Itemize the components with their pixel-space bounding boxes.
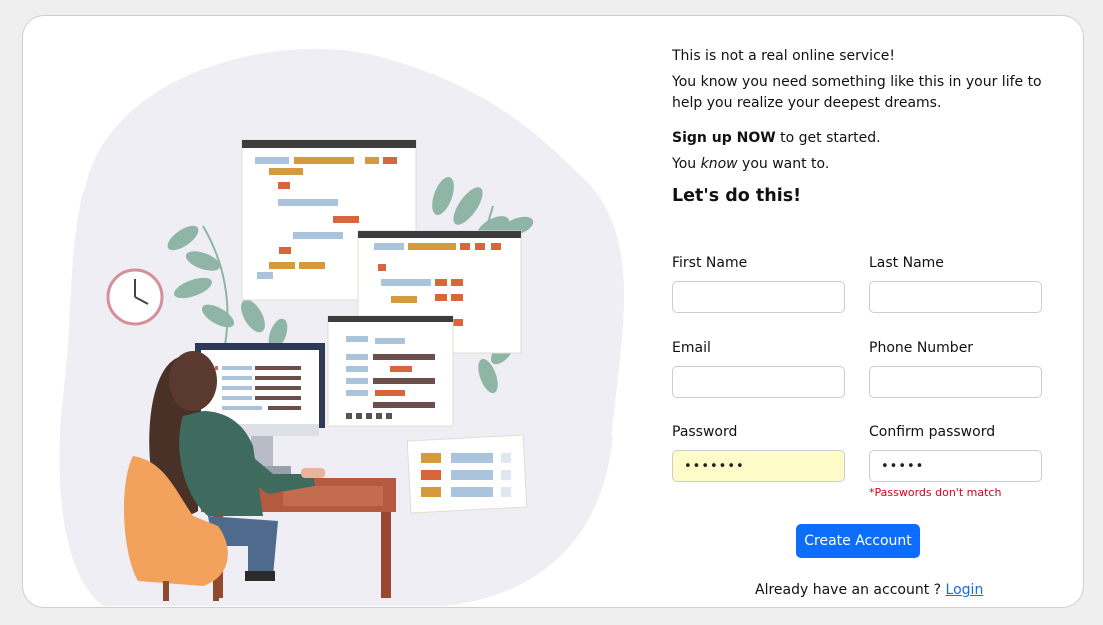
intro-line-4-pre: You bbox=[672, 156, 701, 172]
last-name-input[interactable] bbox=[869, 281, 1042, 313]
confirm-password-input[interactable] bbox=[869, 450, 1042, 482]
window-icon bbox=[327, 315, 454, 427]
signup-now-emphasis: Sign up NOW bbox=[672, 130, 776, 146]
window-icon bbox=[406, 434, 528, 514]
form-heading: Let's do this! bbox=[672, 186, 802, 206]
password-label: Password bbox=[672, 424, 738, 440]
intro-line-3: Sign up NOW to get started. bbox=[672, 128, 881, 149]
first-name-label: First Name bbox=[672, 255, 748, 271]
password-mismatch-error: *Passwords don't match bbox=[869, 486, 1002, 499]
intro-line-4-post: you want to. bbox=[737, 156, 830, 172]
phone-label: Phone Number bbox=[869, 340, 974, 356]
intro-line-4: You know you want to. bbox=[672, 154, 829, 175]
intro-line-2: You know you need something like this in… bbox=[672, 74, 1042, 111]
last-name-label: Last Name bbox=[869, 255, 944, 271]
know-emphasis: know bbox=[700, 156, 738, 172]
intro-line-1: This is not a real online service! bbox=[672, 48, 895, 64]
confirm-password-label: Confirm password bbox=[869, 424, 996, 440]
login-link[interactable]: Login bbox=[946, 582, 984, 598]
login-prompt: Already have an account ? Login bbox=[755, 582, 983, 598]
password-input[interactable] bbox=[672, 450, 845, 482]
signup-card: This is not a real online service! You k… bbox=[22, 15, 1084, 608]
email-input[interactable] bbox=[672, 366, 845, 398]
email-label: Email bbox=[672, 340, 711, 356]
first-name-input[interactable] bbox=[672, 281, 845, 313]
create-account-button[interactable]: Create Account bbox=[796, 524, 920, 558]
login-prompt-text: Already have an account ? bbox=[755, 582, 946, 598]
hero-illustration bbox=[23, 16, 643, 607]
clock-icon bbox=[106, 268, 164, 326]
phone-input[interactable] bbox=[869, 366, 1042, 398]
intro-line-3-rest: to get started. bbox=[775, 130, 881, 146]
